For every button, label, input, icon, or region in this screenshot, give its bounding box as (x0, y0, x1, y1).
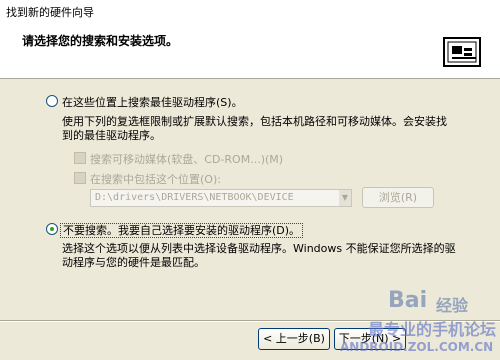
back-button[interactable]: < 上一步(B) (258, 328, 330, 350)
search-option-radio[interactable] (46, 95, 58, 107)
window-title: 找到新的硬件向导 (6, 6, 94, 19)
manual-option-radio[interactable] (46, 223, 58, 235)
location-path-input[interactable]: D:\drivers\DRIVERS\NETBOOK\DEVICE (90, 189, 352, 207)
hardware-wizard-icon (443, 37, 481, 67)
search-option-label[interactable]: 在这些位置上搜索最佳驱动程序(S)。 (62, 94, 243, 110)
watermark-bai: Bai (388, 288, 428, 313)
title-bar: 找到新的硬件向导 (0, 0, 500, 23)
include-location-label[interactable]: 在搜索中包括这个位置(O): (90, 171, 221, 187)
watermark-jingyan: 经验 (436, 296, 469, 315)
manual-option-label-wrapper[interactable]: 不要搜索。我要自己选择要安装的驱动程序(D)。 (60, 222, 304, 238)
removable-media-checkbox[interactable] (74, 152, 86, 164)
watermark-url: ANDROID.ZOL.COM.CN (340, 340, 494, 354)
manual-option-label[interactable]: 不要搜索。我要自己选择要安装的驱动程序(D)。 (60, 223, 304, 238)
location-dropdown-arrow-icon[interactable]: ▼ (339, 190, 351, 206)
wizard-content: 在这些位置上搜索最佳驱动程序(S)。 使用下列的复选框限制或扩展默认搜索，包括本… (0, 79, 500, 319)
watermark-forum: 最专业的手机论坛 (368, 320, 497, 339)
search-option-description-line2: 到的最佳驱动程序。 (62, 129, 161, 142)
wizard-header: 请选择您的搜索和安装选项。 (0, 22, 500, 79)
removable-media-label[interactable]: 搜索可移动媒体(软盘、CD-ROM...)(M) (90, 151, 283, 167)
browse-button[interactable]: 浏览(R) (362, 187, 434, 208)
manual-option-description-line2: 动程序与您的硬件是最匹配。 (62, 256, 205, 269)
include-location-checkbox[interactable] (74, 172, 86, 184)
page-heading: 请选择您的搜索和安装选项。 (22, 34, 179, 48)
